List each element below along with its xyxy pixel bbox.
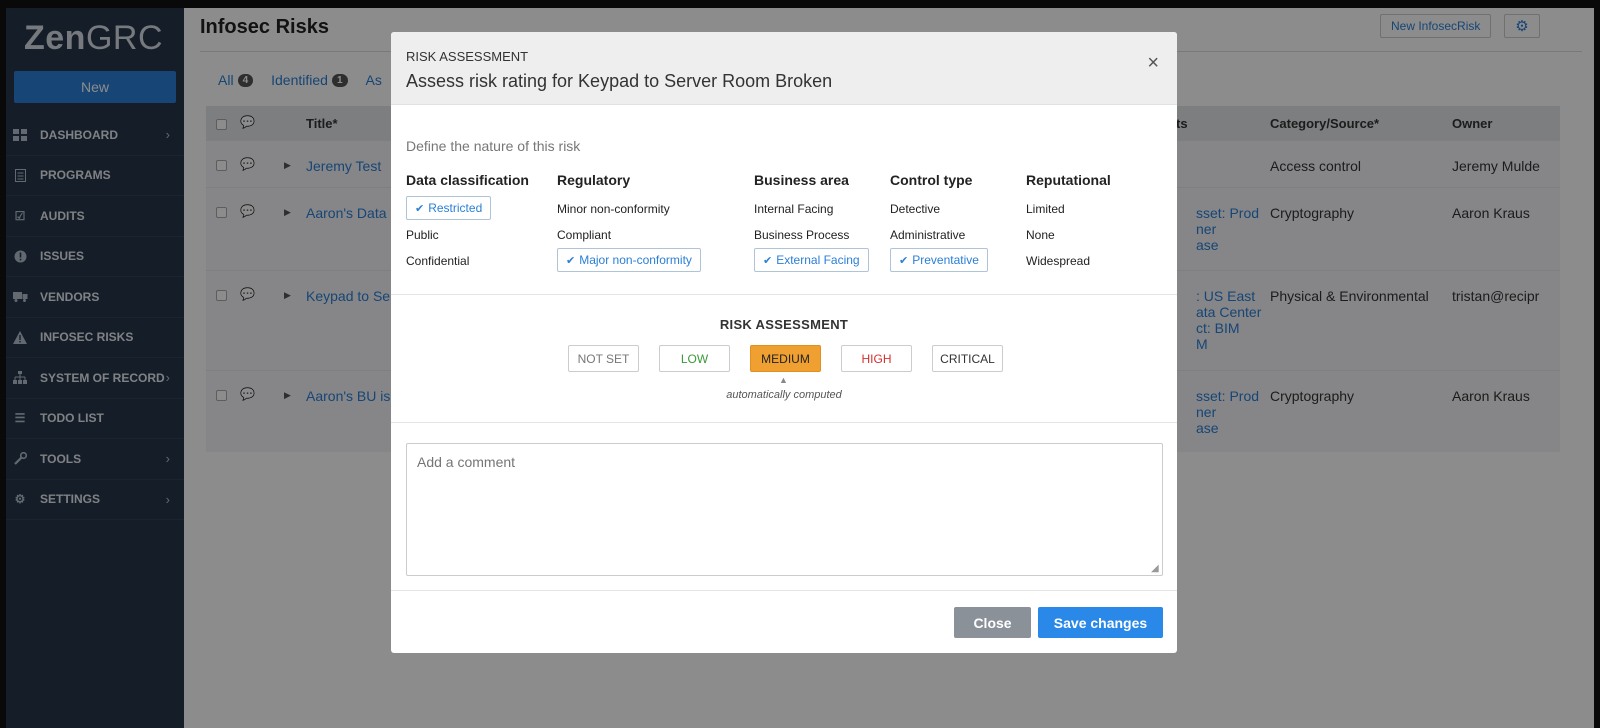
option-label: Restricted (428, 201, 483, 215)
option-minor-non-conformity[interactable]: Minor non-conformity (557, 196, 701, 222)
modal-header: RISK ASSESSMENT Assess risk rating for K… (391, 32, 1177, 105)
option-detective[interactable]: Detective (890, 196, 988, 222)
option-administrative[interactable]: Administrative (890, 222, 988, 248)
level-medium[interactable]: MEDIUM (750, 345, 821, 372)
level-critical[interactable]: CRITICAL (932, 345, 1003, 372)
business-area-group: Business area Internal Facing Business P… (754, 172, 869, 274)
risk-level-selector: NOT SET LOW MEDIUM HIGH CRITICAL (568, 345, 1003, 372)
divider (391, 590, 1177, 591)
checkmark-icon: ✔ (415, 202, 425, 215)
regulatory-group: Regulatory Minor non-conformity Complian… (557, 172, 701, 274)
close-button[interactable]: Close (954, 607, 1031, 638)
group-heading: Regulatory (557, 172, 631, 188)
resize-grip-icon[interactable]: ◢ (1151, 563, 1159, 574)
option-label: Preventative (912, 253, 979, 267)
group-heading: Reputational (1026, 172, 1111, 188)
level-high[interactable]: HIGH (841, 345, 912, 372)
close-icon[interactable]: × (1147, 52, 1159, 75)
option-compliant[interactable]: Compliant (557, 222, 701, 248)
option-public[interactable]: Public (406, 222, 529, 248)
option-preventative[interactable]: ✔ Preventative (890, 248, 988, 272)
option-label: Major non-conformity (579, 253, 692, 267)
option-confidential[interactable]: Confidential (406, 248, 529, 274)
checkmark-icon: ✔ (763, 254, 773, 267)
level-not-set[interactable]: NOT SET (568, 345, 639, 372)
modal-eyebrow: RISK ASSESSMENT (406, 49, 529, 64)
control-type-group: Control type Detective Administrative ✔ P… (890, 172, 988, 274)
option-external-facing[interactable]: ✔ External Facing (754, 248, 869, 272)
data-classification-group: Data classification ✔ Restricted Public C… (406, 172, 529, 274)
divider (391, 422, 1177, 423)
group-heading: Data classification (406, 172, 529, 188)
assessment-label: RISK ASSESSMENT (719, 317, 849, 332)
level-low[interactable]: LOW (659, 345, 730, 372)
computed-note: automatically computed (726, 389, 842, 401)
option-limited[interactable]: Limited (1026, 196, 1111, 222)
group-heading: Control type (890, 172, 973, 188)
comment-input[interactable] (406, 443, 1163, 576)
reputational-group: Reputational Limited None Widespread (1026, 172, 1111, 274)
option-label: External Facing (776, 253, 860, 267)
modal-subtitle: Define the nature of this risk (406, 138, 581, 154)
risk-assessment-modal: RISK ASSESSMENT Assess risk rating for K… (391, 32, 1177, 653)
divider (391, 294, 1177, 295)
option-widespread[interactable]: Widespread (1026, 248, 1111, 274)
option-restricted[interactable]: ✔ Restricted (406, 196, 492, 220)
option-major-non-conformity[interactable]: ✔ Major non-conformity (557, 248, 701, 272)
pointer-up-icon: ▲ (779, 375, 788, 385)
save-changes-button[interactable]: Save changes (1038, 607, 1163, 638)
option-business-process[interactable]: Business Process (754, 222, 869, 248)
option-none[interactable]: None (1026, 222, 1111, 248)
checkmark-icon: ✔ (899, 254, 909, 267)
option-internal-facing[interactable]: Internal Facing (754, 196, 869, 222)
modal-title: Assess risk rating for Keypad to Server … (406, 71, 833, 91)
checkmark-icon: ✔ (566, 254, 576, 267)
group-heading: Business area (754, 172, 849, 188)
